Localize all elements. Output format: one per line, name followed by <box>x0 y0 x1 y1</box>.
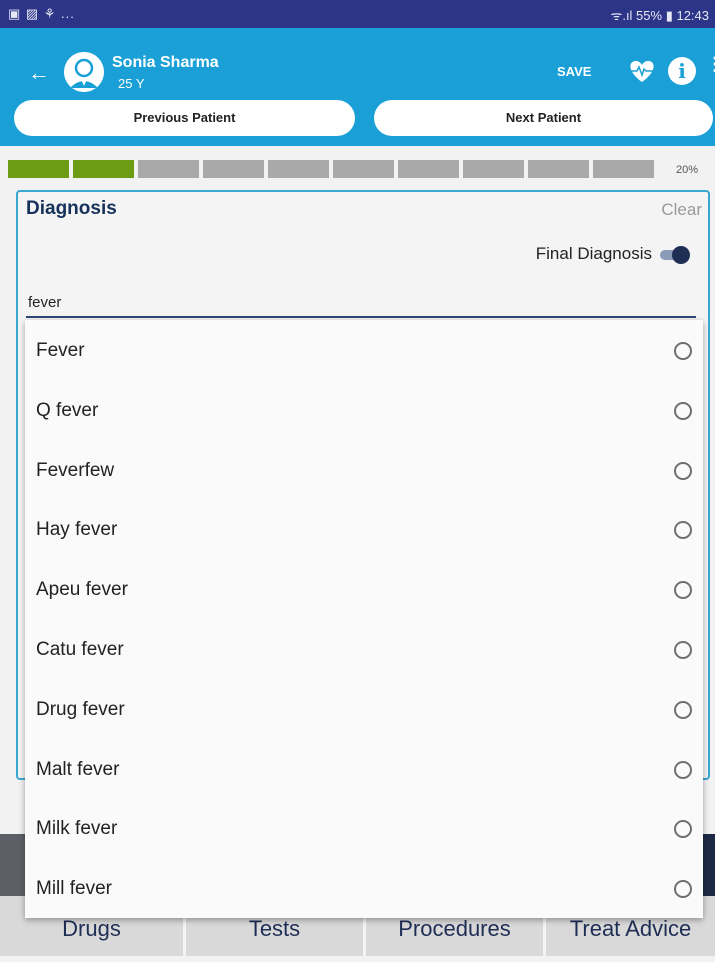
suggestion-option[interactable]: Q fever <box>25 380 703 440</box>
progress-segment <box>463 160 524 178</box>
radio-button[interactable] <box>674 342 692 360</box>
progress-segment <box>138 160 199 178</box>
radio-button[interactable] <box>674 401 692 420</box>
suggestion-option[interactable]: Hay fever <box>25 499 703 559</box>
final-diagnosis-label: Final Diagnosis <box>535 244 652 263</box>
status-bar: ▣ ▨ ⚘ ... ᯤ.ıl 55% ▮ 12:43 <box>0 0 715 28</box>
avatar <box>64 52 104 92</box>
radio-button[interactable] <box>674 521 692 540</box>
back-arrow-icon[interactable]: ← <box>28 60 50 86</box>
suggestion-option[interactable]: Milk fever <box>25 798 703 858</box>
suggestion-label: Feverfew <box>36 459 115 481</box>
diagnosis-title: Diagnosis <box>26 198 117 219</box>
suggestion-label: Catu fever <box>36 639 124 660</box>
radio-button[interactable] <box>674 760 692 779</box>
progress-segment <box>203 160 264 178</box>
suggestion-label: Fever <box>36 340 85 361</box>
progress-segment <box>333 160 394 178</box>
suggestion-dropdown: Fever Q fever Feverfew Hay fever Apeu fever C… <box>25 320 703 918</box>
diagnosis-search-input[interactable] <box>26 288 696 318</box>
radio-button[interactable] <box>674 700 692 719</box>
progress-segment <box>73 160 134 178</box>
radio-button[interactable] <box>674 820 692 839</box>
suggestion-label: Mill fever <box>36 878 113 900</box>
suggestion-option[interactable]: Catu fever <box>25 619 703 679</box>
radio-button[interactable] <box>674 461 692 480</box>
suggestion-option[interactable]: Malt fever <box>25 739 703 799</box>
suggestion-label: Drug fever <box>36 698 125 720</box>
progress-segment <box>593 160 654 178</box>
radio-button[interactable] <box>674 641 692 659</box>
suggestion-option[interactable]: Apeu fever <box>25 559 703 619</box>
suggestion-label: Malt fever <box>36 758 120 780</box>
more-options-icon[interactable]: ⋮ <box>706 55 715 73</box>
radio-button[interactable] <box>674 880 692 899</box>
app-header: ← Sonia Sharma 25 Y SAVE i ⋮ Previous Pa… <box>0 28 715 146</box>
suggestion-option[interactable]: Fever <box>25 320 703 380</box>
previous-patient-button[interactable]: Previous Patient <box>14 100 355 136</box>
heartbeat-icon[interactable] <box>626 58 658 84</box>
status-battery-time: ᯤ.ıl 55% ▮ 12:43 <box>610 8 709 23</box>
radio-button[interactable] <box>674 581 692 600</box>
progress-segment <box>8 160 69 178</box>
progress-bar <box>8 160 658 178</box>
suggestion-label: Milk fever <box>36 818 118 840</box>
progress-segment <box>268 160 329 178</box>
suggestion-label: Apeu fever <box>36 579 128 601</box>
progress-percent: 20% <box>676 164 699 176</box>
final-diagnosis-toggle[interactable] <box>660 246 690 264</box>
progress-segment <box>398 160 459 178</box>
patient-name: Sonia Sharma <box>112 54 219 71</box>
save-button[interactable]: SAVE <box>557 64 591 79</box>
suggestion-option[interactable]: Feverfew <box>25 440 703 500</box>
suggestion-label: Q fever <box>36 399 99 421</box>
progress-segment <box>528 160 589 178</box>
patient-age: 25 Y <box>118 76 145 91</box>
suggestion-label: Hay fever <box>36 519 118 541</box>
info-icon[interactable]: i <box>668 57 696 85</box>
suggestion-option[interactable]: Drug fever <box>25 679 703 739</box>
toggle-thumb <box>672 246 690 264</box>
clear-button[interactable]: Clear <box>661 200 702 220</box>
status-icons: ▣ ▨ ⚘ ... <box>8 6 75 21</box>
suggestion-option[interactable]: Mill fever <box>25 858 703 918</box>
next-patient-button[interactable]: Next Patient <box>374 100 713 136</box>
